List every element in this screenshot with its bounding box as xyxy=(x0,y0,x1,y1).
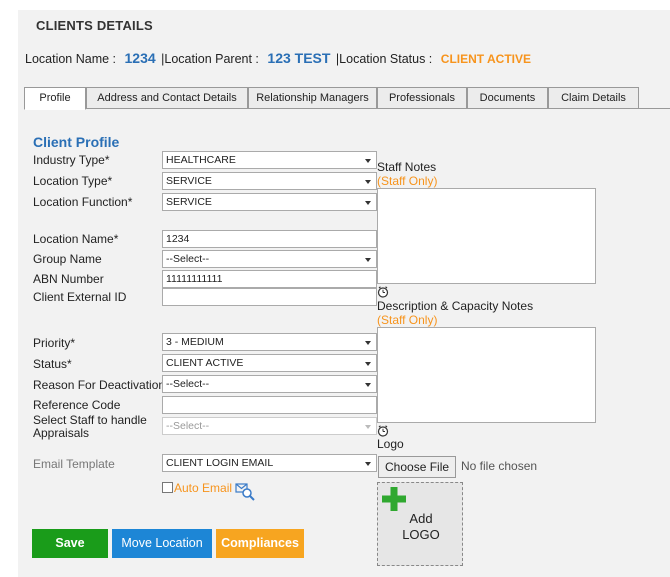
priority-label: Priority* xyxy=(33,336,76,350)
select-staff-label-line1: Select Staff to handle xyxy=(33,413,147,427)
clock-icon[interactable] xyxy=(377,286,389,298)
industry-type-select[interactable]: HEALTHCARE xyxy=(162,151,377,169)
choose-file-button[interactable]: Choose File xyxy=(378,456,457,478)
location-function-select[interactable]: SERVICE xyxy=(162,193,377,211)
reference-code-label: Reference Code xyxy=(33,398,121,412)
abn-number-label: ABN Number xyxy=(33,272,104,286)
reference-code-input[interactable] xyxy=(162,396,377,414)
select-staff-label: Select Staff to handle Appraisals xyxy=(33,414,147,440)
staff-notes-textarea[interactable] xyxy=(377,188,596,284)
clients-details-panel: CLIENTS DETAILS Location Name : 1234 |Lo… xyxy=(18,10,670,577)
tab-profile[interactable]: Profile xyxy=(24,87,86,110)
client-external-id-label: Client External ID xyxy=(33,290,127,304)
tab-professionals[interactable]: Professionals xyxy=(377,87,467,109)
location-name-input[interactable]: 1234 xyxy=(162,230,377,248)
status-select[interactable]: CLIENT ACTIVE xyxy=(162,354,377,372)
tab-relationship-managers[interactable]: Relationship Managers xyxy=(248,87,377,109)
save-button[interactable]: Save xyxy=(32,529,108,558)
priority-select[interactable]: 3 - MEDIUM xyxy=(162,333,377,351)
description-staff-only: (Staff Only) xyxy=(377,313,438,327)
auto-email-label: Auto Email xyxy=(174,481,233,495)
group-name-label: Group Name xyxy=(33,252,102,266)
location-parent-value: 123 TEST xyxy=(267,50,331,66)
location-name-label: Location Name* xyxy=(33,232,119,246)
client-external-id-input[interactable] xyxy=(162,288,377,306)
status-label: Status* xyxy=(33,357,72,371)
add-logo-line1: Add xyxy=(409,511,433,526)
location-type-label: Location Type* xyxy=(33,174,113,188)
add-logo-box[interactable]: Add LOGO xyxy=(377,482,463,566)
no-file-chosen-text: No file chosen xyxy=(461,459,538,473)
section-title-client-profile: Client Profile xyxy=(33,134,120,150)
location-function-label: Location Function* xyxy=(33,195,133,209)
description-notes-label: Description & Capacity Notes xyxy=(377,299,534,313)
location-name-label: Location Name : xyxy=(25,52,117,66)
add-logo-text: Add LOGO xyxy=(378,511,464,543)
location-status-value: CLIENT ACTIVE xyxy=(440,52,532,66)
page-title: CLIENTS DETAILS xyxy=(36,18,153,33)
email-template-select[interactable]: CLIENT LOGIN EMAIL xyxy=(162,454,377,472)
industry-type-label: Industry Type* xyxy=(33,153,110,167)
search-email-icon[interactable] xyxy=(235,483,255,501)
add-plus-icon xyxy=(382,487,406,511)
add-logo-line2: LOGO xyxy=(402,527,440,542)
tab-claim-details[interactable]: Claim Details xyxy=(548,87,639,109)
profile-form: Client Profile Industry Type* HEALTHCARE… xyxy=(24,120,670,577)
select-staff-label-line2: Appraisals xyxy=(33,426,90,440)
staff-notes-label: Staff Notes xyxy=(377,160,437,174)
select-staff-select[interactable]: --Select-- xyxy=(162,417,377,435)
tab-address-contact[interactable]: Address and Contact Details xyxy=(86,87,248,109)
abn-number-input[interactable]: 11111111111 xyxy=(162,270,377,288)
location-summary: Location Name : 1234 |Location Parent : … xyxy=(25,50,531,66)
email-template-label: Email Template xyxy=(33,457,115,471)
compliances-button[interactable]: Compliances xyxy=(216,529,304,558)
move-location-button[interactable]: Move Location xyxy=(112,529,212,558)
description-notes-textarea[interactable] xyxy=(377,327,596,423)
group-name-select[interactable]: --Select-- xyxy=(162,250,377,268)
reason-deactivation-select[interactable]: --Select-- xyxy=(162,375,377,393)
location-status-label: |Location Status : xyxy=(335,52,433,66)
location-name-value: 1234 xyxy=(124,50,156,66)
location-parent-label: |Location Parent : xyxy=(161,52,259,66)
auto-email-checkbox[interactable] xyxy=(162,482,173,493)
staff-notes-staff-only: (Staff Only) xyxy=(377,174,438,188)
clock-icon[interactable] xyxy=(377,425,389,437)
logo-label: Logo xyxy=(377,437,404,451)
tab-documents[interactable]: Documents xyxy=(467,87,548,109)
reason-deactivation-label: Reason For Deactivation xyxy=(33,378,166,392)
location-type-select[interactable]: SERVICE xyxy=(162,172,377,190)
